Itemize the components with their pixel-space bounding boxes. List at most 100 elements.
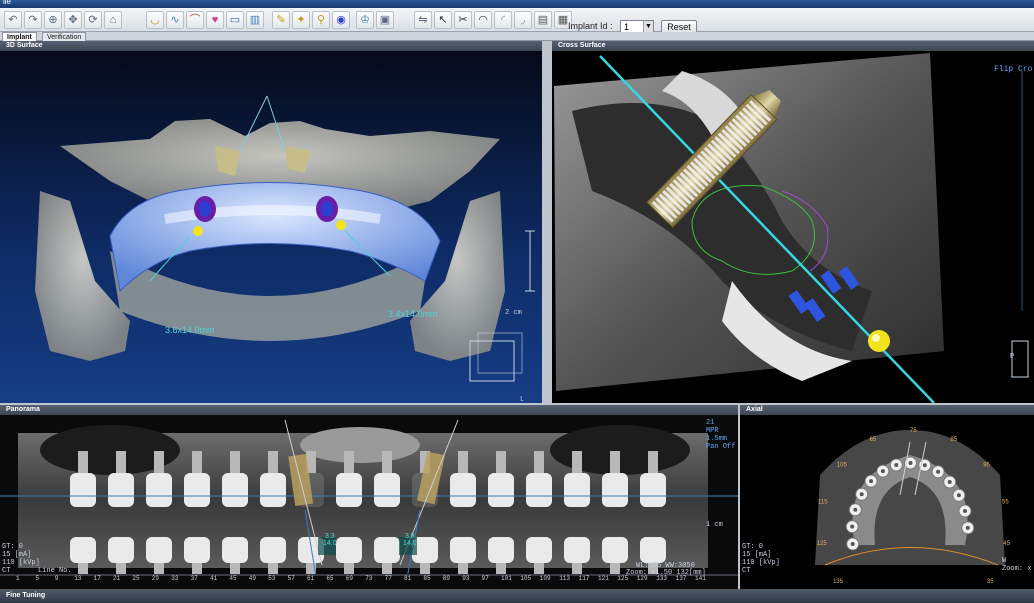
panorama-scale-label: 1 cm bbox=[706, 521, 723, 529]
pan-icon[interactable]: ✥ bbox=[64, 11, 82, 29]
tooth-icon[interactable]: ♥ bbox=[206, 11, 224, 29]
panorama-panel-title: Panorama bbox=[0, 405, 738, 415]
sleeve-icon[interactable]: ◉ bbox=[332, 11, 350, 29]
tick-label: 85 bbox=[423, 575, 431, 582]
tick-label: 17 bbox=[93, 575, 101, 582]
tick-label: 117 bbox=[578, 575, 590, 582]
panorama-tick-row: 1 5 9 13 17 21 25 29 33 37 41 45 49 53 57 61 65 69 73 77 81 8… bbox=[0, 575, 738, 585]
measure-icon[interactable]: ▭ bbox=[226, 11, 244, 29]
tick-label: 141 bbox=[695, 575, 706, 582]
window-title: ile bbox=[3, 0, 12, 6]
surface-panel-title: 3D Surface bbox=[0, 41, 542, 51]
arch-number: 45 bbox=[1003, 541, 1010, 547]
arch-number: 85 bbox=[950, 437, 957, 443]
screw-icon[interactable]: ⚲ bbox=[312, 11, 330, 29]
cross-section-render[interactable] bbox=[552, 51, 1034, 403]
panorama-render[interactable] bbox=[0, 415, 738, 589]
jaw-icon[interactable]: ◡ bbox=[146, 11, 164, 29]
tick-label: 21 bbox=[113, 575, 121, 582]
tick-label: 137 bbox=[675, 575, 687, 582]
panorama-line-label: Line No. bbox=[38, 567, 72, 575]
tick-label: 37 bbox=[190, 575, 198, 582]
tick-label: 33 bbox=[171, 575, 179, 582]
tick-label: 69 bbox=[345, 575, 353, 582]
arch-icon[interactable]: ⌒ bbox=[186, 11, 204, 29]
arch-number: 115 bbox=[818, 499, 828, 505]
panorama-left-info: GT: 0 15 [mA] 110 [kVp] CT bbox=[2, 543, 40, 575]
denture-icon[interactable]: ◠ bbox=[474, 11, 492, 29]
undo-icon[interactable]: ↶ bbox=[4, 11, 22, 29]
tab-implant[interactable]: Implant bbox=[2, 32, 37, 41]
tick-label: 57 bbox=[287, 575, 295, 582]
nerve-icon[interactable]: ∿ bbox=[166, 11, 184, 29]
tick-label: 49 bbox=[248, 575, 256, 582]
orientation-label: L bbox=[520, 396, 525, 403]
redo-icon[interactable]: ↷ bbox=[24, 11, 42, 29]
implant-label-left: 3.3 14.0 bbox=[323, 533, 337, 547]
arch-number: 55 bbox=[1002, 499, 1009, 505]
tick-label: 101 bbox=[501, 575, 512, 582]
tab-bar: Implant Verification bbox=[0, 32, 1034, 41]
tick-label: 125 bbox=[617, 575, 629, 582]
title-bar: ile bbox=[0, 0, 1034, 8]
lower-jaw-icon[interactable]: ◞ bbox=[514, 11, 532, 29]
implant-id-label: Implant Id : bbox=[568, 21, 613, 31]
layout-icon[interactable]: ▤ bbox=[534, 11, 552, 29]
surface-3d-view[interactable]: 3D Surface 3.6x14.0mm 3.4x14.0mm 2 cm L bbox=[0, 41, 542, 403]
tick-label: 109 bbox=[539, 575, 551, 582]
bone-icon[interactable]: ▥ bbox=[246, 11, 264, 29]
tick-label: 29 bbox=[151, 575, 159, 582]
implant-id-value: 1 bbox=[624, 22, 630, 32]
pointer-icon[interactable]: ↖ bbox=[434, 11, 452, 29]
scale-label: 2 cm bbox=[505, 309, 522, 317]
implant-measure-left: 3.6x14.0mm bbox=[165, 325, 215, 335]
axial-render[interactable]: 7585659510555115451253513525145 bbox=[740, 415, 1034, 589]
rotate-icon[interactable]: ⟳ bbox=[84, 11, 102, 29]
guide-icon[interactable]: ▣ bbox=[376, 11, 394, 29]
app-window: ile ↶ ↷ ⊕ ✥ ⟳ ⌂ ◡ ∿ ⌒ ♥ ▭ ▥ ✎ ✦ ⚲ ◉ ♔ ▣ ⇋ ↖ ✂ ◠ ◜ ◞ ▤ ▦ Implant I… bbox=[0, 0, 1034, 603]
cross-panel-title: Cross Surface bbox=[552, 41, 1034, 51]
tick-label: 1 bbox=[16, 575, 20, 582]
implant-label-right: 3.8 14.0 bbox=[403, 533, 417, 547]
flip-cross-label[interactable]: Flip Cro bbox=[994, 66, 1032, 74]
panorama-view[interactable]: Panorama GT: 0 15 [mA] 110 [kVp] CT Line… bbox=[0, 405, 738, 589]
tick-label: 65 bbox=[326, 575, 334, 582]
axial-view[interactable]: Axial 7585659510555115451253513525145 GT… bbox=[740, 405, 1034, 589]
tick-label: 81 bbox=[404, 575, 412, 582]
implant-measure-right: 3.4x14.0mm bbox=[388, 309, 438, 319]
panorama-right-info: 21 MPR 1.5mm Pan Off bbox=[706, 419, 736, 451]
mirror-icon[interactable]: ⇋ bbox=[414, 11, 432, 29]
tick-label: 25 bbox=[132, 575, 140, 582]
status-bar: Fine Tuning bbox=[0, 589, 1034, 603]
tick-label: 9 bbox=[54, 575, 59, 582]
tick-label: 89 bbox=[442, 575, 450, 582]
upper-jaw-icon[interactable]: ◜ bbox=[494, 11, 512, 29]
fine-tuning-label[interactable]: Fine Tuning bbox=[6, 592, 45, 599]
cross-surface-view[interactable]: Cross Surface Flip Cro P bbox=[552, 41, 1034, 403]
pliers-icon[interactable]: ✂ bbox=[454, 11, 472, 29]
tick-label: 5 bbox=[35, 575, 39, 582]
reset-view-icon[interactable]: ⌂ bbox=[104, 11, 122, 29]
tick-label: 45 bbox=[229, 575, 237, 582]
crown-icon[interactable]: ♔ bbox=[356, 11, 374, 29]
tick-label: 133 bbox=[656, 575, 667, 582]
tick-label: 93 bbox=[462, 575, 470, 582]
arch-number: 135 bbox=[833, 579, 844, 585]
tick-label: 105 bbox=[520, 575, 532, 582]
zoom-in-icon[interactable]: ⊕ bbox=[44, 11, 62, 29]
tick-label: 129 bbox=[636, 575, 648, 582]
abutment-icon[interactable]: ✦ bbox=[292, 11, 310, 29]
arch-number: 95 bbox=[983, 462, 990, 468]
tick-label: 113 bbox=[559, 575, 570, 582]
arch-number: 105 bbox=[837, 462, 848, 468]
tick-label: 13 bbox=[74, 575, 82, 582]
tab-verification[interactable]: Verification bbox=[42, 32, 87, 41]
tick-label: 121 bbox=[598, 575, 609, 582]
surface-3d-render[interactable] bbox=[0, 51, 542, 403]
tick-label: 77 bbox=[384, 575, 392, 582]
axial-left-info: GT: 0 15 [mA] 110 [kVp] CT bbox=[742, 543, 780, 575]
arch-number: 125 bbox=[817, 541, 828, 547]
vertical-splitter[interactable] bbox=[542, 41, 552, 403]
implant-icon[interactable]: ✎ bbox=[272, 11, 290, 29]
arch-number: 75 bbox=[910, 428, 917, 434]
